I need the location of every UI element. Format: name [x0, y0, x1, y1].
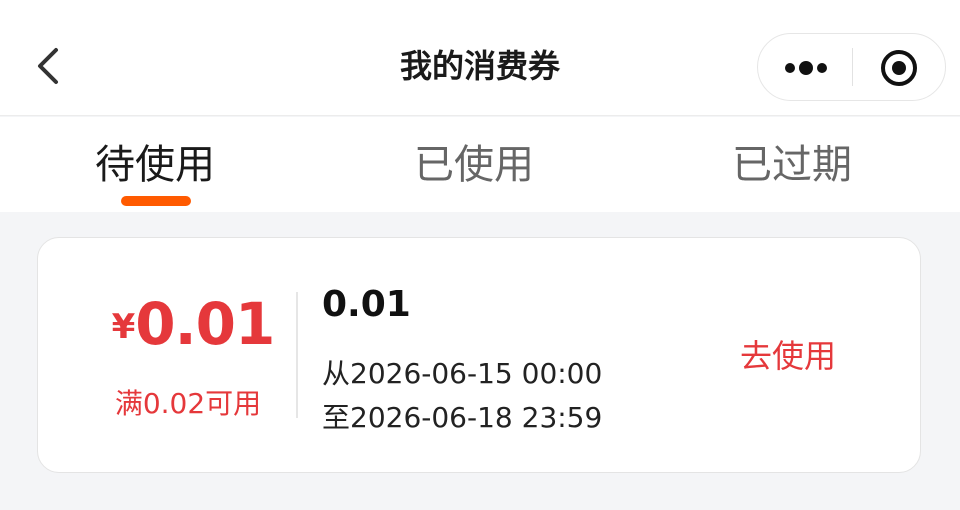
active-tab-indicator	[121, 196, 191, 206]
tab-expired[interactable]: 已过期	[692, 139, 892, 199]
currency-symbol: ¥	[111, 307, 136, 347]
coupon-valid-to: 至2026-06-18 23:59	[322, 401, 603, 434]
mini-program-close-icon	[881, 50, 917, 86]
navigation-bar: 我的消费券	[0, 0, 960, 116]
coupon-divider	[296, 292, 298, 418]
more-button[interactable]	[758, 34, 852, 100]
tab-unused[interactable]: 待使用	[55, 139, 255, 199]
coupon-amount: ¥0.01	[108, 290, 278, 360]
coupon-card: ¥0.01 满0.02可用 0.01 从2026-06-15 00:00 至20…	[37, 237, 921, 473]
coupon-name: 0.01	[322, 284, 411, 325]
mini-program-capsule	[757, 33, 946, 101]
use-coupon-button[interactable]: 去使用	[728, 334, 848, 378]
tab-used[interactable]: 已使用	[374, 139, 574, 199]
more-dots-icon	[785, 61, 827, 75]
coupon-threshold: 满0.02可用	[114, 387, 262, 420]
coupon-valid-from: 从2026-06-15 00:00	[322, 357, 603, 390]
coupon-value: 0.01	[135, 290, 275, 358]
close-mini-program-button[interactable]	[853, 34, 945, 100]
